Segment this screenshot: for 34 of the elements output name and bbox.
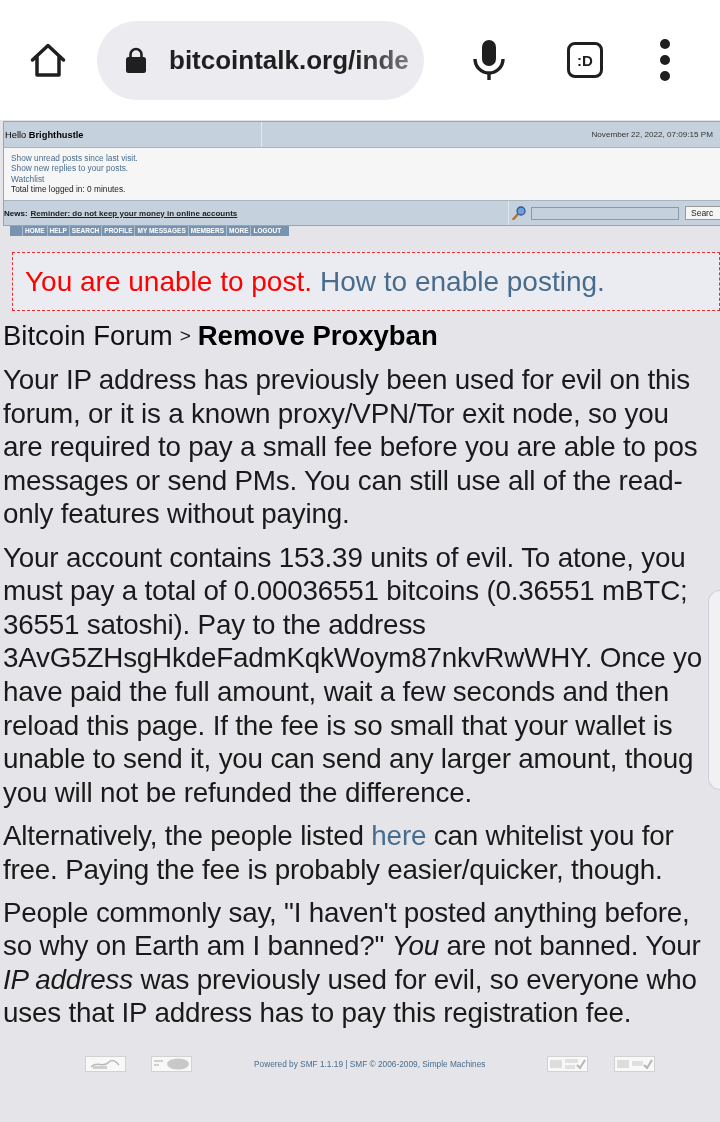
footer-credits: Powered by SMF 1.1.19 | SMF © 2006-2009, Simple Machines bbox=[254, 1059, 486, 1070]
news-link[interactable]: Reminder: do not keep your money in online accounts bbox=[30, 208, 238, 218]
time-logged-text: Total time logged in: 0 minutes. bbox=[11, 183, 126, 195]
page-title: Remove Proxyban bbox=[197, 320, 438, 352]
tab-switcher-button[interactable]: :D bbox=[567, 42, 603, 78]
greeting-text: Hello Brighthustle bbox=[5, 129, 84, 140]
body-paragraph: Your account contains 153.39 units of evil. To atone, you must pay a total of 0.00036551 bitcoins (0.36551 mBTC; 36551 satoshi). Pay to the address 3AvG5ZHsgHkdeFadmKqkWoym87nkvRwWHY. Once yo have paid the full amount, wait a few seconds and then reload this page. If the fee is so small that your wallet is unable to send it, you can send any larger amount, thoug you will not be refunded the difference. bbox=[3, 540, 702, 810]
inline-link[interactable]: here bbox=[371, 819, 427, 851]
date-text: November 22, 2022, 07:09:15 PM bbox=[591, 130, 713, 139]
user-link[interactable]: Show new replies to your posts. bbox=[11, 163, 129, 174]
breadcrumb-separator: > bbox=[179, 325, 191, 347]
user-link[interactable]: Watchlist bbox=[11, 173, 45, 184]
body-paragraph: Alternatively, the people listed here can whitelist you for free. Paying the fee is probably easier/quicker, though. bbox=[3, 818, 674, 887]
microphone-icon[interactable] bbox=[472, 40, 506, 80]
news-label: News: bbox=[4, 208, 28, 218]
home-icon[interactable] bbox=[30, 42, 66, 78]
css-validator-badge-icon[interactable] bbox=[614, 1056, 656, 1073]
search-icon bbox=[512, 206, 526, 220]
menu-icon[interactable] bbox=[659, 38, 671, 82]
xhtml-validator-badge-icon[interactable] bbox=[547, 1056, 589, 1073]
user-link[interactable]: Show unread posts since last visit. bbox=[11, 153, 138, 164]
enable-posting-link[interactable]: How to enable posting. bbox=[320, 265, 605, 298]
edge-panel-handle[interactable] bbox=[708, 590, 720, 790]
search-button[interactable]: Searc bbox=[685, 206, 720, 220]
warning-text: You are unable to post. bbox=[25, 265, 312, 298]
php-badge-icon[interactable] bbox=[151, 1056, 192, 1073]
database-badge-icon[interactable] bbox=[85, 1056, 126, 1073]
search-field[interactable] bbox=[531, 206, 679, 220]
body-paragraph: Your IP address has previously been used for evil on this forum, or it is a known proxy/VPN/Tor exit node, so you are required to pay a small fee before you are able to pos messages or send PMs. You can still use all of the read- only features without paying. bbox=[3, 363, 698, 531]
address-bar[interactable]: bitcointalk.org/inde bbox=[97, 20, 424, 100]
lock-icon bbox=[125, 47, 147, 73]
breadcrumb-link[interactable]: Bitcoin Forum bbox=[3, 320, 173, 352]
body-paragraph: People commonly say, "I haven't posted anything before, so why on Earth am I banned?" You are not banned. Your IP address was previously used for evil, so everyone who uses that IP address has to pay this registration fee. bbox=[3, 895, 701, 1031]
url-text: bitcointalk.org/inde bbox=[169, 44, 409, 76]
